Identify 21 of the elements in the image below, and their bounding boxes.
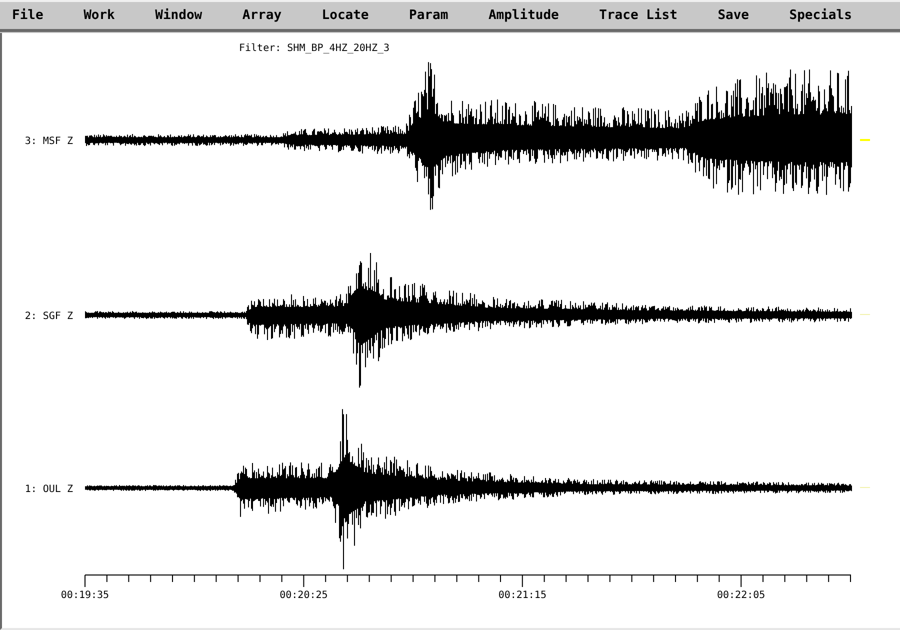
axis-label: 00:21:15 <box>498 590 546 601</box>
menu-item[interactable]: Param <box>409 6 448 25</box>
menu-item[interactable]: Amplitude <box>488 6 559 25</box>
menu-item[interactable]: Work <box>84 6 115 25</box>
filter-label: Filter: SHM_BP_4HZ_20HZ_3 <box>239 43 390 54</box>
trace-label: 3: MSF Z <box>24 136 73 147</box>
menu-item[interactable]: Save <box>718 6 750 25</box>
menu-item[interactable]: Window <box>155 6 202 25</box>
menu-item[interactable]: Trace List <box>599 6 678 25</box>
menu-item[interactable]: Specials <box>789 6 852 25</box>
trace-label: 1: OUL Z <box>24 484 73 495</box>
axis-label: 00:19:35 <box>60 590 110 601</box>
trace-label: 2: SGF Z <box>24 311 73 322</box>
trace-marker[interactable] <box>860 314 870 315</box>
menu-item[interactable]: File <box>12 6 44 25</box>
menu-item[interactable]: Array <box>242 6 282 25</box>
axis-label: 00:20:25 <box>280 590 328 601</box>
menu-item[interactable]: Locate <box>322 6 369 25</box>
trace-marker[interactable] <box>860 139 870 141</box>
trace-marker[interactable] <box>860 487 870 488</box>
axis-label: 00:22:05 <box>717 590 766 601</box>
